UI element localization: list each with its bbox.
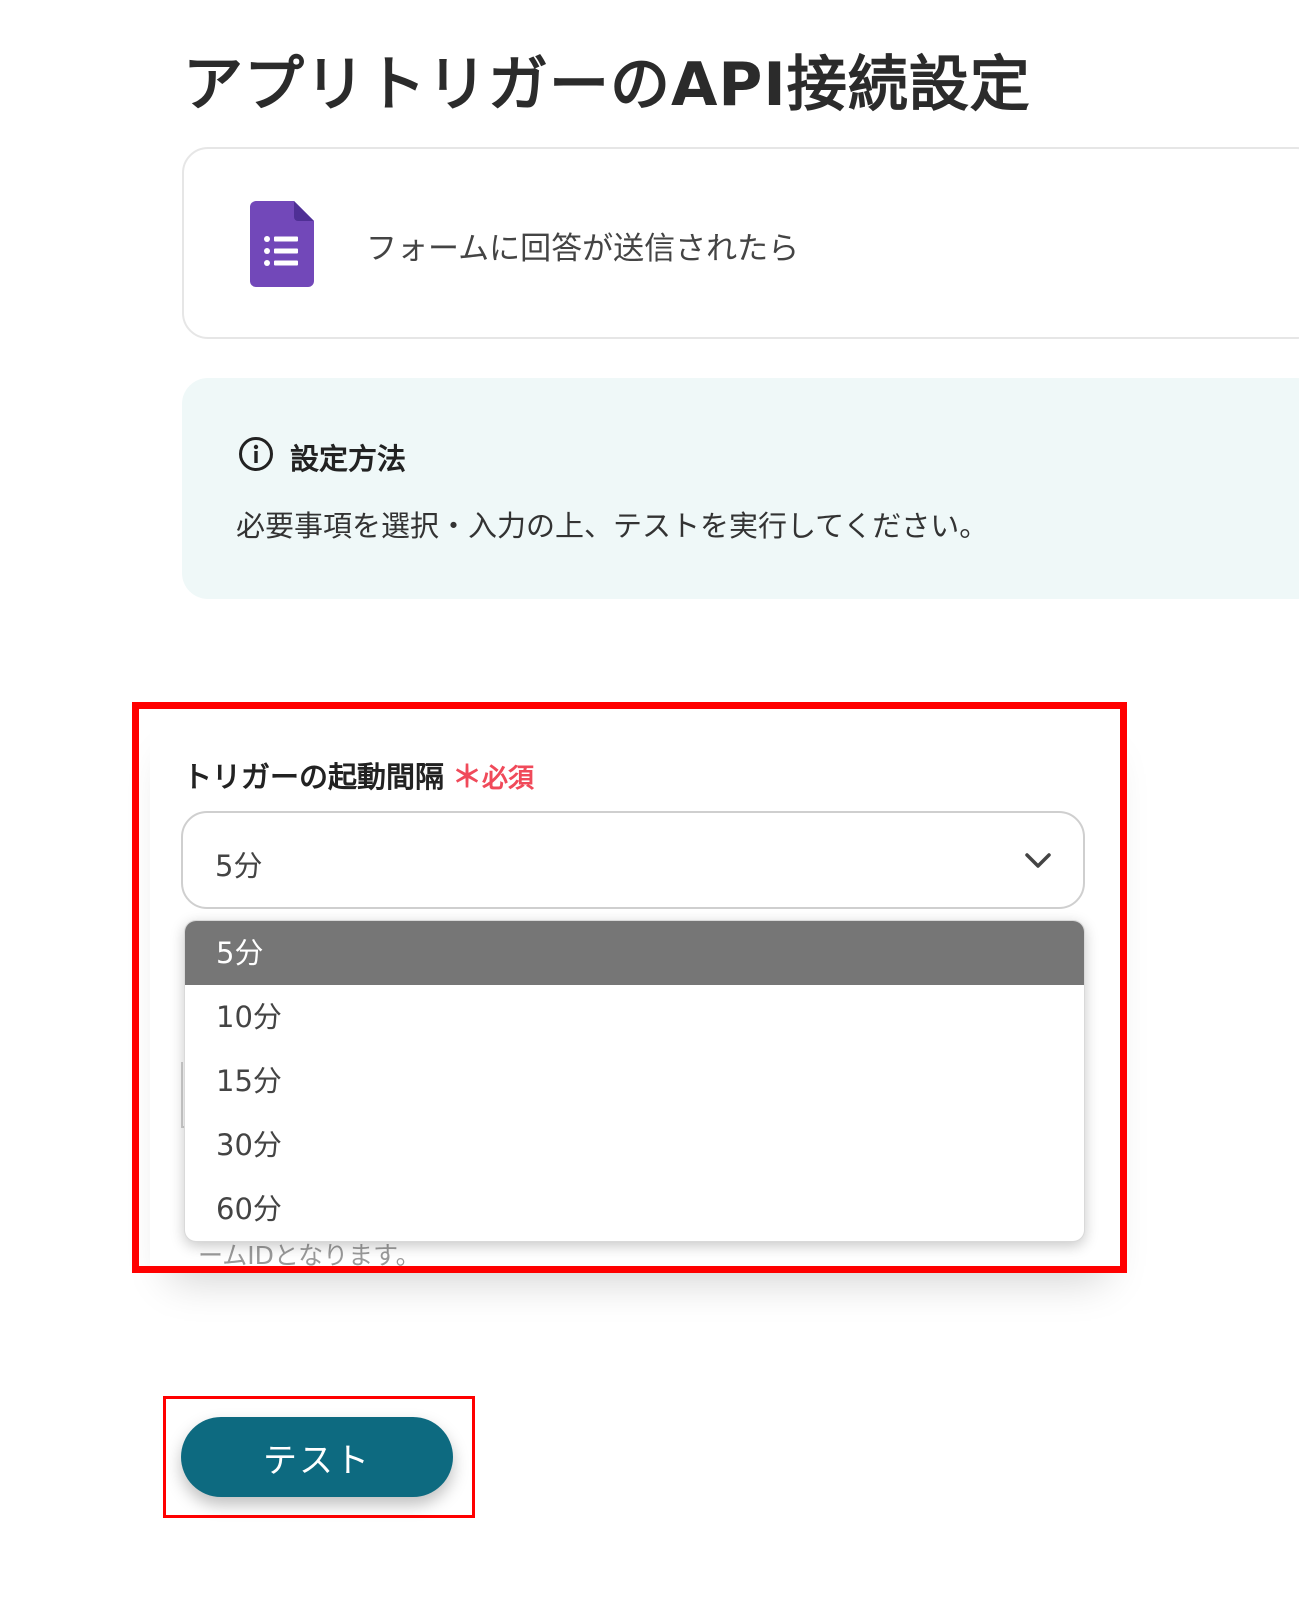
interval-dropdown-list[interactable]: 5分 10分 15分 30分 60分	[184, 920, 1085, 1242]
interval-select-value: 5分	[215, 849, 263, 883]
required-badge: 必須	[482, 764, 535, 794]
test-button[interactable]: テスト	[181, 1417, 453, 1497]
info-text: 必要事項を選択・入力の上、テストを実行してください。	[236, 509, 989, 543]
dropdown-option-5min[interactable]: 5分	[185, 921, 1084, 985]
google-forms-icon	[250, 201, 314, 287]
info-title: 設定方法	[290, 442, 407, 476]
required-asterisk: ＊	[452, 760, 483, 795]
interval-label-text: トリガーの起動間隔	[183, 760, 445, 794]
trigger-card[interactable]: フォームに回答が送信されたら	[182, 147, 1299, 339]
trigger-label: フォームに回答が送信されたら	[366, 231, 800, 267]
info-box: 設定方法 必要事項を選択・入力の上、テストを実行してください。	[182, 378, 1299, 599]
interval-select[interactable]: 5分	[181, 811, 1085, 909]
test-button-highlight-frame: テスト	[163, 1396, 475, 1518]
page-title: アプリトリガーのAPI接続設定	[183, 50, 1031, 120]
dropdown-option-15min[interactable]: 15分	[185, 1049, 1084, 1113]
dropdown-option-60min[interactable]: 60分	[185, 1177, 1084, 1241]
info-circle-icon	[238, 436, 274, 472]
dropdown-option-30min[interactable]: 30分	[185, 1113, 1084, 1177]
page: アプリトリガーのAPI接続設定 フォームに回答が送信されたら 設定方法 必要事項…	[0, 0, 1299, 1600]
interval-field-label: トリガーの起動間隔 ＊必須	[183, 752, 534, 796]
chevron-down-icon[interactable]	[1023, 849, 1053, 871]
dropdown-option-10min[interactable]: 10分	[185, 985, 1084, 1049]
